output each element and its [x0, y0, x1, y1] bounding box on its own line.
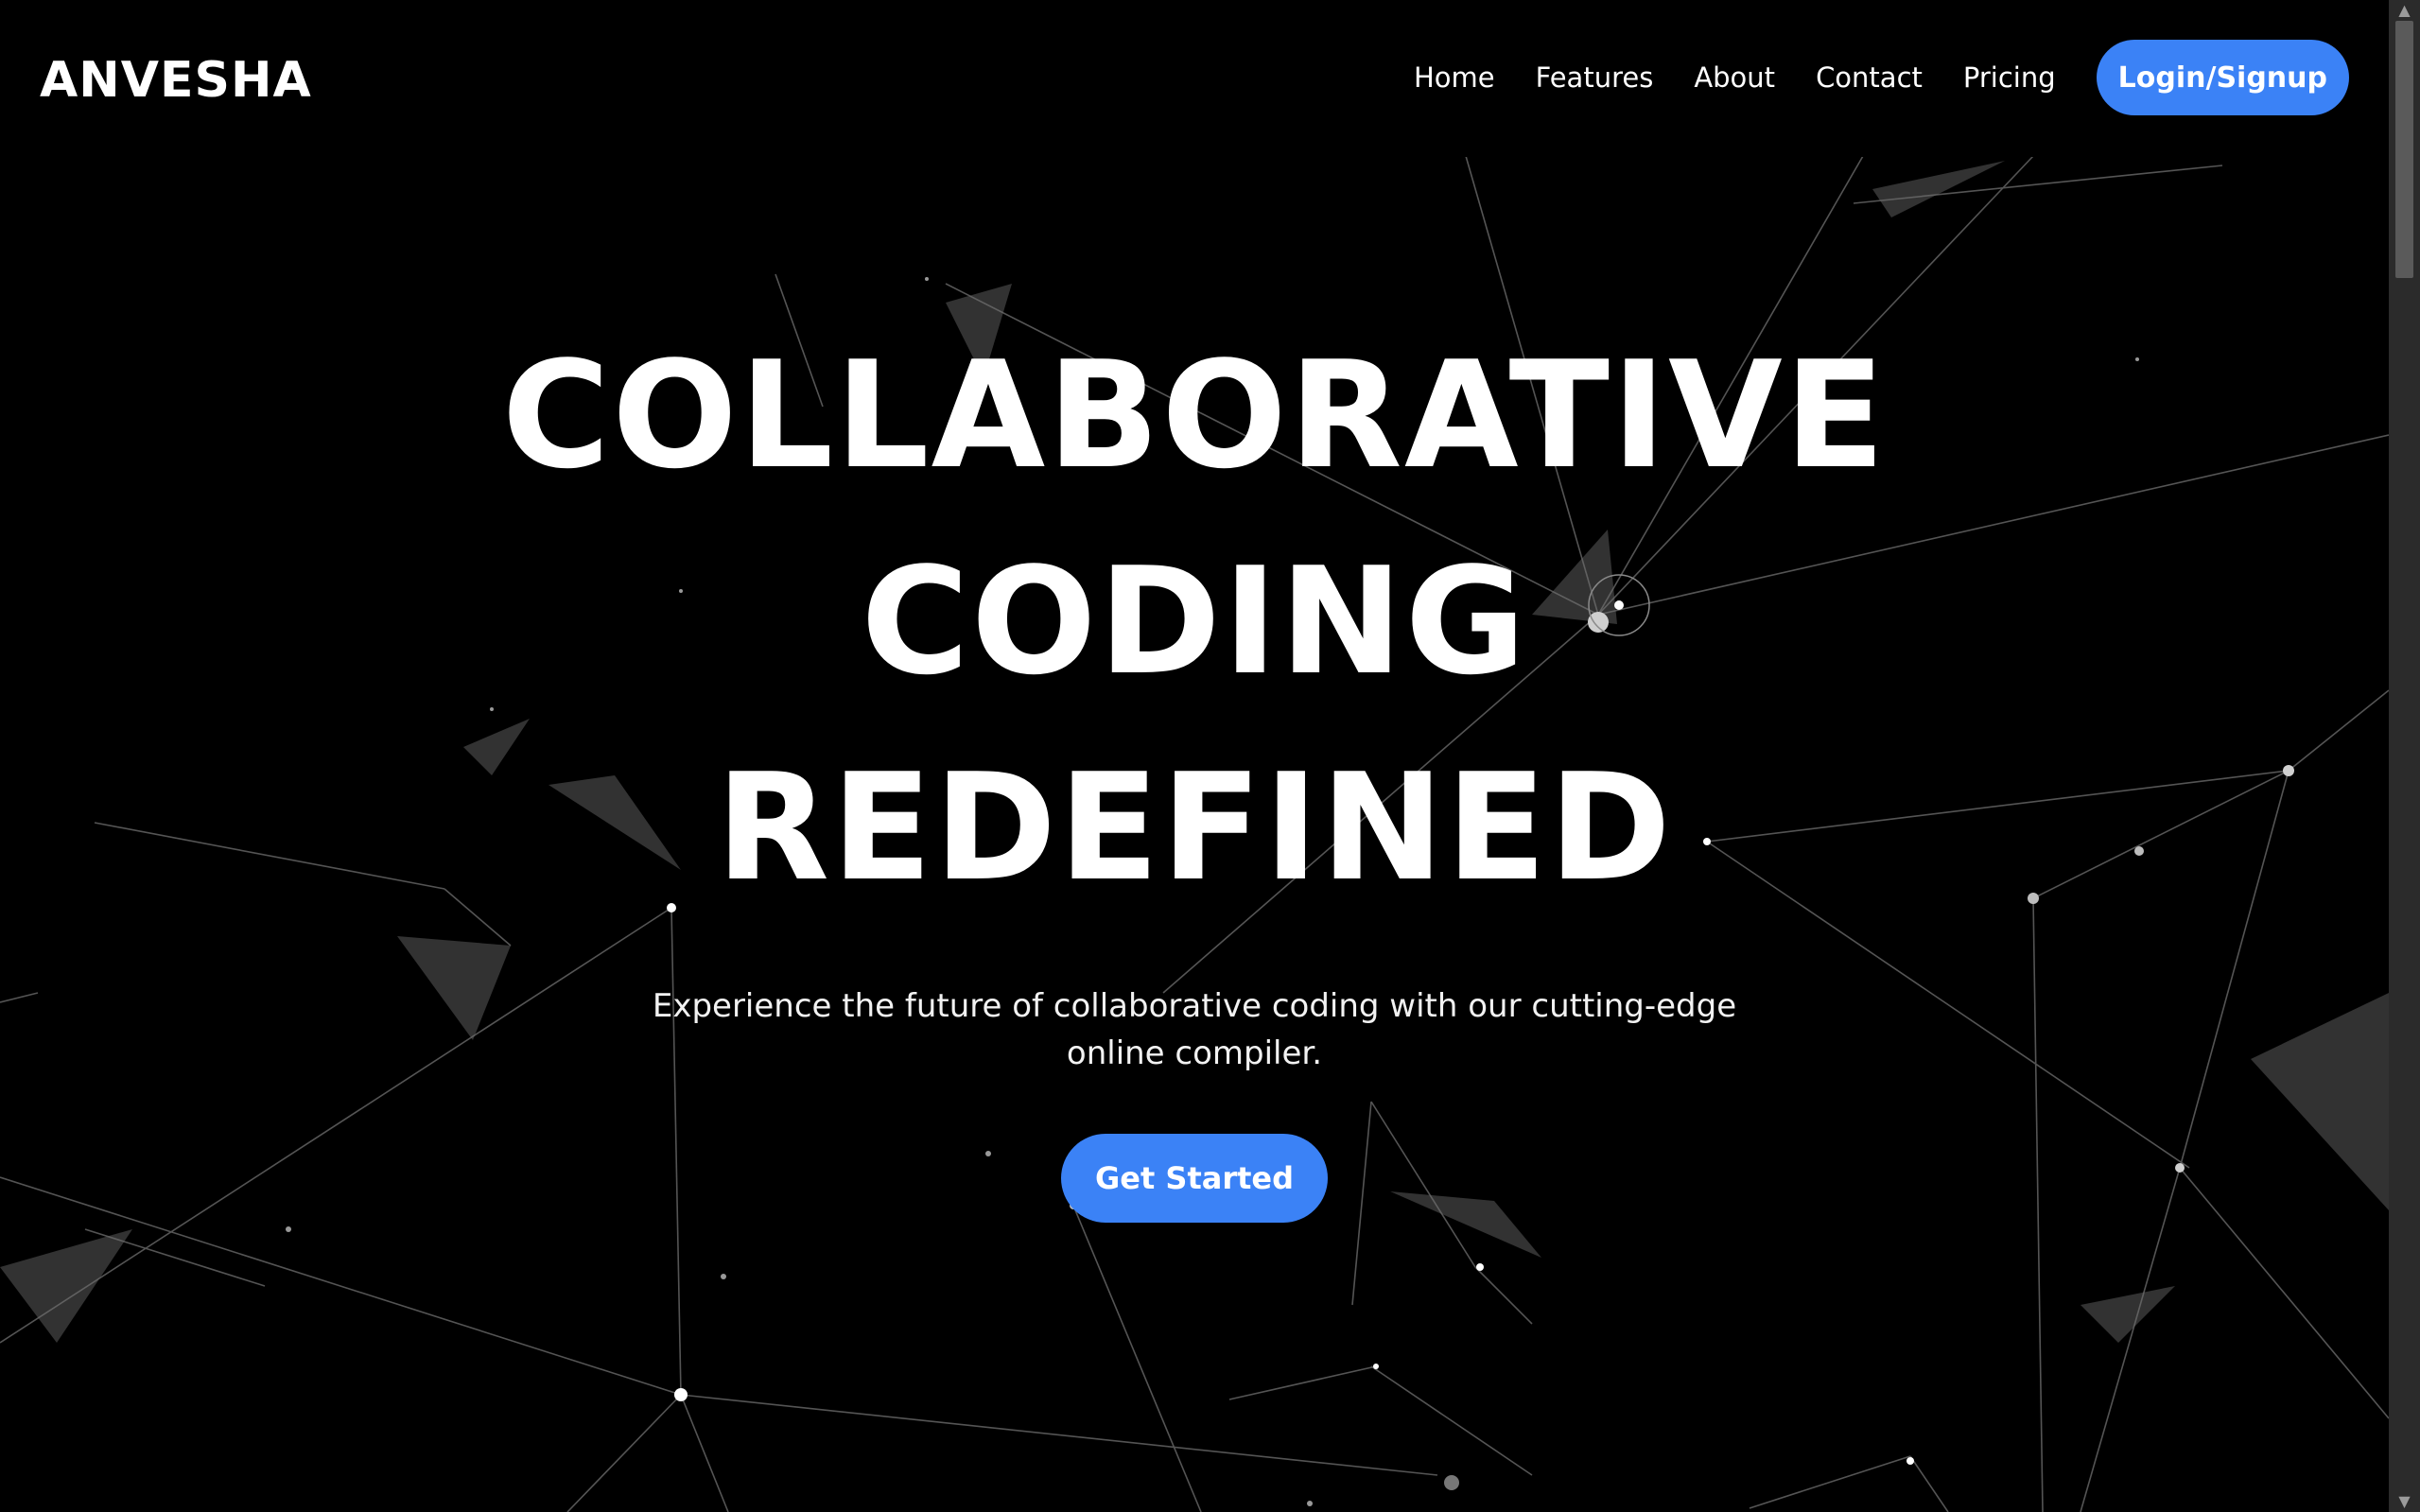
brand-logo[interactable]: ANVESHA	[40, 47, 312, 113]
login-signup-button[interactable]: Login/Signup	[2096, 40, 2349, 115]
hero-subtitle: Experience the future of collaborative c…	[652, 987, 1737, 1072]
chevron-down-icon[interactable]: ▼	[2389, 1491, 2420, 1512]
chevron-up-icon[interactable]: ▲	[2389, 0, 2420, 21]
nav-pricing-link[interactable]: Pricing	[1963, 61, 2056, 94]
nav-about-link[interactable]: About	[1694, 61, 1775, 94]
nav-home-link[interactable]: Home	[1414, 61, 1495, 94]
hero-title-line: COLLABORATIVE	[501, 329, 1888, 501]
get-started-button[interactable]: Get Started	[1061, 1134, 1328, 1223]
nav-contact-link[interactable]: Contact	[1816, 61, 1923, 94]
nav-features-link[interactable]: Features	[1536, 61, 1654, 94]
site-header: ANVESHA Home Features About Contact Pric…	[0, 0, 2389, 157]
page-scrollbar[interactable]: ▲ ▼	[2389, 0, 2420, 1512]
landing-page: ANVESHA Home Features About Contact Pric…	[0, 0, 2420, 1512]
hero-title: COLLABORATIVE CODING REDEFINED	[0, 312, 2389, 930]
hero-title-line: REDEFINED	[716, 741, 1673, 913]
main-nav: Home Features About Contact Pricing Logi…	[1414, 40, 2349, 115]
hero-title-line: CODING	[861, 535, 1528, 707]
hero-section: COLLABORATIVE CODING REDEFINED Experienc…	[0, 312, 2389, 1223]
scrollbar-thumb[interactable]	[2395, 21, 2413, 278]
